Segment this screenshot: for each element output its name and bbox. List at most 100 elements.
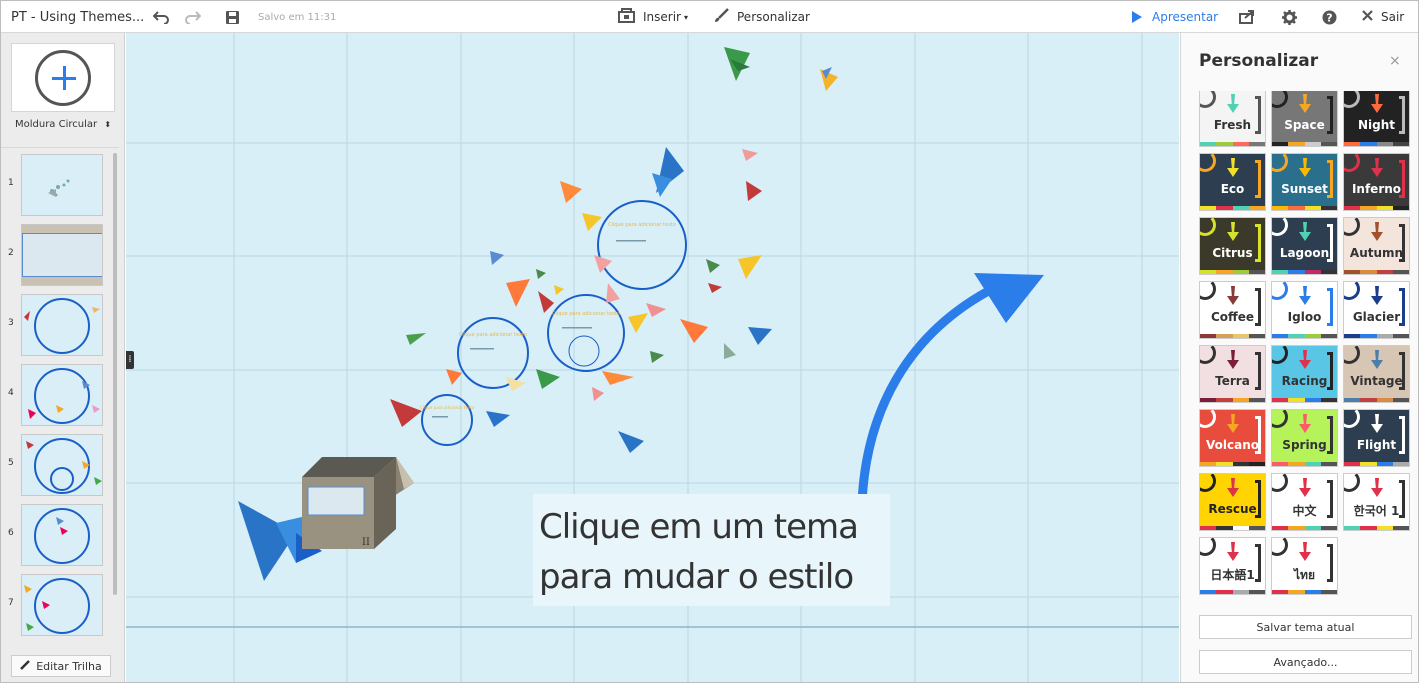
theme-swatch <box>1304 526 1321 530</box>
redo-icon[interactable] <box>185 1 201 33</box>
theme-color-band <box>1272 590 1337 594</box>
theme-tile[interactable]: Space <box>1271 91 1338 147</box>
step-thumbnail <box>21 224 103 286</box>
theme-tile[interactable]: Lagoon <box>1271 217 1338 275</box>
theme-name: Space <box>1284 118 1325 132</box>
theme-swatch <box>1392 206 1409 210</box>
grip-icon: ⁞ <box>128 354 132 365</box>
theme-swatch <box>1216 334 1233 338</box>
undo-icon[interactable] <box>153 1 169 33</box>
frame-placeholder: Clique para adicionar texto <box>608 222 676 228</box>
theme-name: Inferno <box>1351 182 1402 196</box>
edit-trail-button[interactable]: Editar Trilha <box>11 655 111 677</box>
theme-tile[interactable]: 한국어 1 <box>1343 473 1410 531</box>
insert-label: Inserir <box>643 10 681 24</box>
hint-caption: Clique em um tema para mudar o estilo <box>533 494 890 606</box>
add-icon <box>35 50 91 106</box>
theme-tile[interactable]: Rescue <box>1199 473 1266 531</box>
theme-swatch <box>1272 142 1289 146</box>
insert-menu[interactable]: Inserir ▾ <box>618 1 688 33</box>
theme-arrow-icon <box>1371 478 1383 497</box>
theme-tile[interactable]: Vintage <box>1343 345 1410 403</box>
step-thumbnail <box>21 434 103 496</box>
theme-swatch <box>1320 142 1337 146</box>
theme-swatch <box>1344 206 1361 210</box>
path-step[interactable]: 5 <box>1 434 119 496</box>
path-step[interactable]: 3 <box>1 294 119 356</box>
frame-sub-lines <box>432 240 646 418</box>
path-step[interactable]: 4 <box>1 364 119 426</box>
theme-swatch <box>1320 526 1337 530</box>
step-number: 5 <box>8 458 14 468</box>
theme-swatch <box>1200 526 1217 530</box>
theme-swatch <box>1360 206 1377 210</box>
theme-swatch <box>1272 526 1289 530</box>
theme-tile[interactable]: Night <box>1343 91 1410 147</box>
frame-placeholder: Clique para adicionar texto <box>459 332 527 338</box>
theme-color-band <box>1200 270 1265 274</box>
theme-swatch <box>1344 462 1361 466</box>
theme-tile[interactable]: Fresh <box>1199 91 1266 147</box>
theme-swatch <box>1288 334 1305 338</box>
path-step[interactable]: 6 <box>1 504 119 566</box>
theme-tile[interactable]: Coffee <box>1199 281 1266 339</box>
theme-color-band <box>1344 334 1409 338</box>
theme-swatch <box>1344 334 1361 338</box>
theme-tile[interactable]: Eco <box>1199 153 1266 211</box>
customize-button[interactable]: Personalizar <box>714 1 810 33</box>
theme-tile[interactable]: ไทย <box>1271 537 1338 595</box>
theme-tile[interactable]: Igloo <box>1271 281 1338 339</box>
theme-tile[interactable]: Autumn <box>1343 217 1410 275</box>
help-icon[interactable]: ? <box>1322 1 1337 33</box>
close-panel-icon[interactable]: × <box>1389 53 1401 69</box>
theme-tile[interactable]: Inferno <box>1343 153 1410 211</box>
frame-type-select[interactable]: Moldura Circular ⬍ <box>11 119 115 130</box>
path-step[interactable]: 7 <box>1 574 119 636</box>
frame-type-label: Moldura Circular <box>14 119 98 130</box>
theme-tile[interactable]: Sunset <box>1271 153 1338 211</box>
theme-swatch <box>1288 206 1305 210</box>
theme-tile[interactable]: Terra <box>1199 345 1266 403</box>
theme-color-band <box>1344 206 1409 210</box>
step-thumbnail <box>21 574 103 636</box>
add-frame-button[interactable] <box>11 43 115 112</box>
theme-arc-icon <box>1272 538 1288 556</box>
save-theme-button[interactable]: Salvar tema atual <box>1199 615 1412 639</box>
theme-tile[interactable]: Spring <box>1271 409 1338 467</box>
theme-tile[interactable]: 中文 <box>1271 473 1338 531</box>
theme-arc-icon <box>1272 282 1288 300</box>
box-label: II <box>362 537 370 548</box>
path-step[interactable]: 1 <box>1 154 119 216</box>
theme-swatch <box>1288 398 1305 402</box>
present-button[interactable]: Apresentar <box>1132 1 1218 33</box>
theme-arc-icon <box>1200 282 1216 300</box>
theme-swatch <box>1288 142 1305 146</box>
document-title[interactable]: PT - Using Themes... <box>11 1 144 33</box>
theme-tile[interactable]: Volcano <box>1199 409 1266 467</box>
curved-arrow-icon <box>857 282 1001 508</box>
theme-tile[interactable]: 日本語1 <box>1199 537 1266 595</box>
pencil-icon <box>20 659 31 673</box>
theme-swatch <box>1392 334 1409 338</box>
theme-tile[interactable]: Glacier <box>1343 281 1410 339</box>
advanced-button[interactable]: Avançado... <box>1199 650 1412 674</box>
presentation-canvas[interactable]: Clique para adicionar texto Clique para … <box>126 33 1179 682</box>
thumbnail-scrollbar[interactable] <box>113 153 117 595</box>
path-step[interactable]: 2 <box>1 224 119 286</box>
exit-button[interactable]: Sair <box>1362 1 1404 33</box>
save-icon[interactable] <box>226 1 239 33</box>
theme-swatch <box>1200 142 1217 146</box>
theme-tile[interactable]: Citrus <box>1199 217 1266 275</box>
theme-swatch <box>1216 590 1233 594</box>
theme-swatch <box>1232 526 1249 530</box>
theme-swatch <box>1216 206 1233 210</box>
share-icon[interactable] <box>1239 1 1255 33</box>
theme-name: 한국어 1 <box>1353 504 1400 518</box>
theme-swatch <box>1360 142 1377 146</box>
gear-icon[interactable] <box>1282 1 1297 33</box>
sidebar-collapse-handle[interactable]: ⁞ <box>126 351 134 369</box>
step-number: 2 <box>8 248 14 258</box>
theme-tile[interactable]: Flight <box>1343 409 1410 467</box>
theme-swatch <box>1200 206 1217 210</box>
theme-tile[interactable]: Racing <box>1271 345 1338 403</box>
